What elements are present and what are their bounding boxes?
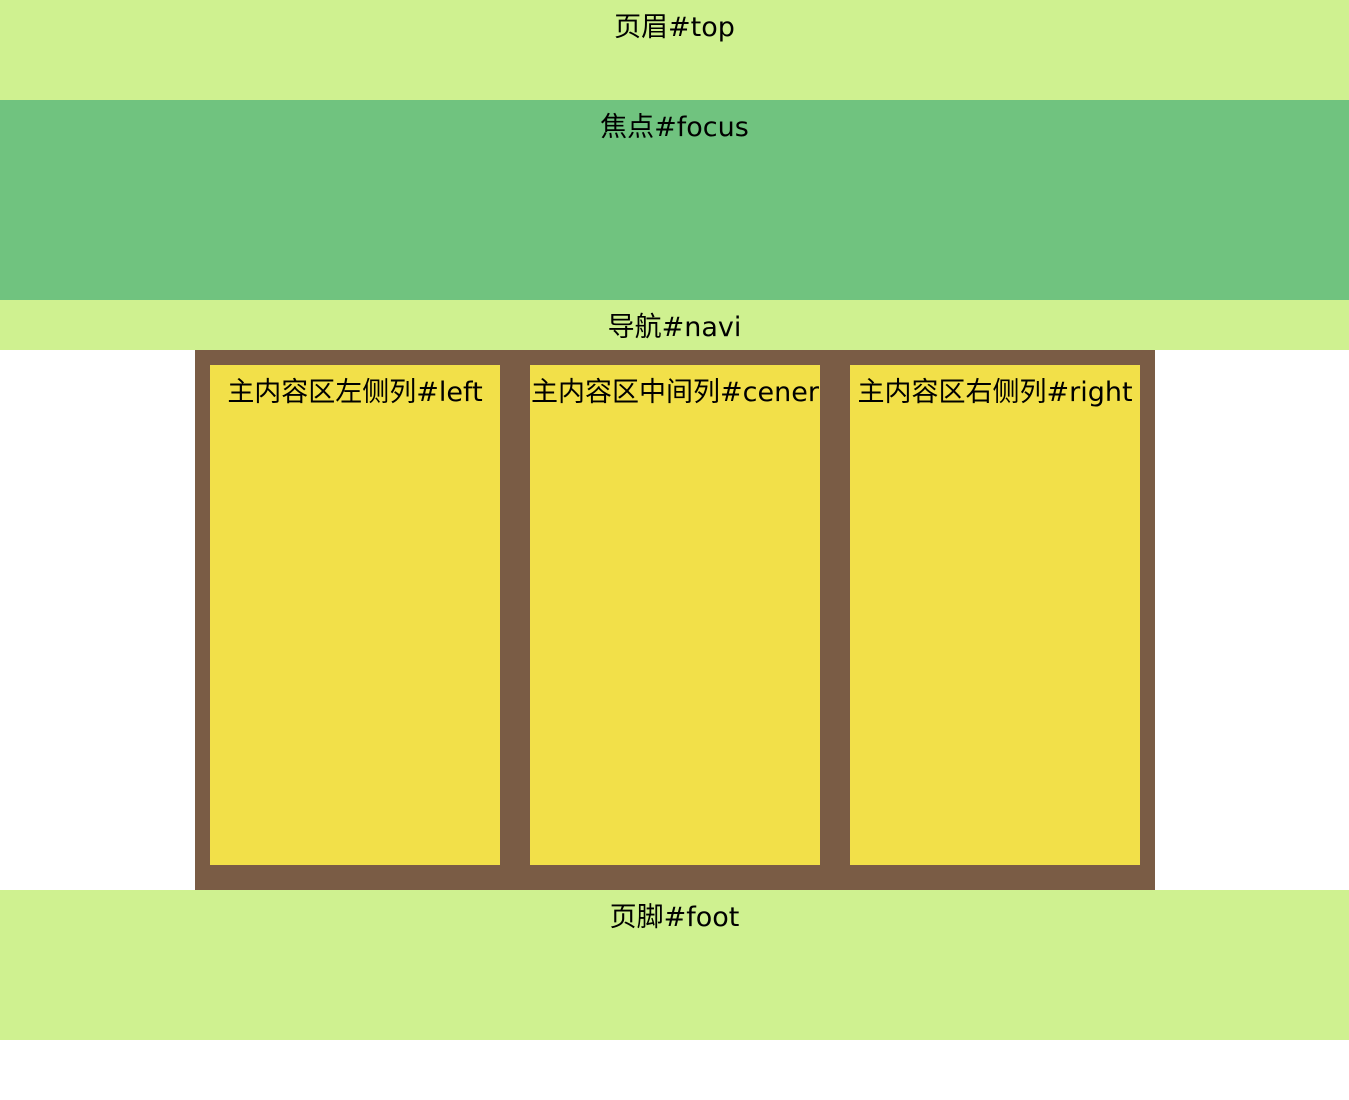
navigation-bar: 导航#navi xyxy=(0,300,1349,350)
right-column: 主内容区右侧列#right xyxy=(850,365,1140,865)
page-footer: 页脚#foot xyxy=(0,890,1349,1040)
center-column-label: 主内容区中间列#cener xyxy=(531,377,819,408)
left-column-label: 主内容区左侧列#left xyxy=(227,377,483,408)
focus-label: 焦点#focus xyxy=(600,112,749,143)
main-content-area: 主内容区左侧列#left 主内容区中间列#cener 主内容区右侧列#right xyxy=(195,350,1155,890)
center-column: 主内容区中间列#cener xyxy=(530,365,820,865)
left-column: 主内容区左侧列#left xyxy=(210,365,500,865)
focus-banner: 焦点#focus xyxy=(0,100,1349,300)
header-label: 页眉#top xyxy=(614,12,735,43)
navigation-label: 导航#navi xyxy=(607,312,742,343)
footer-label: 页脚#foot xyxy=(609,902,740,933)
main-wrapper: 主内容区左侧列#left 主内容区中间列#cener 主内容区右侧列#right xyxy=(0,350,1349,890)
right-column-label: 主内容区右侧列#right xyxy=(857,377,1133,408)
page-header: 页眉#top xyxy=(0,0,1349,100)
